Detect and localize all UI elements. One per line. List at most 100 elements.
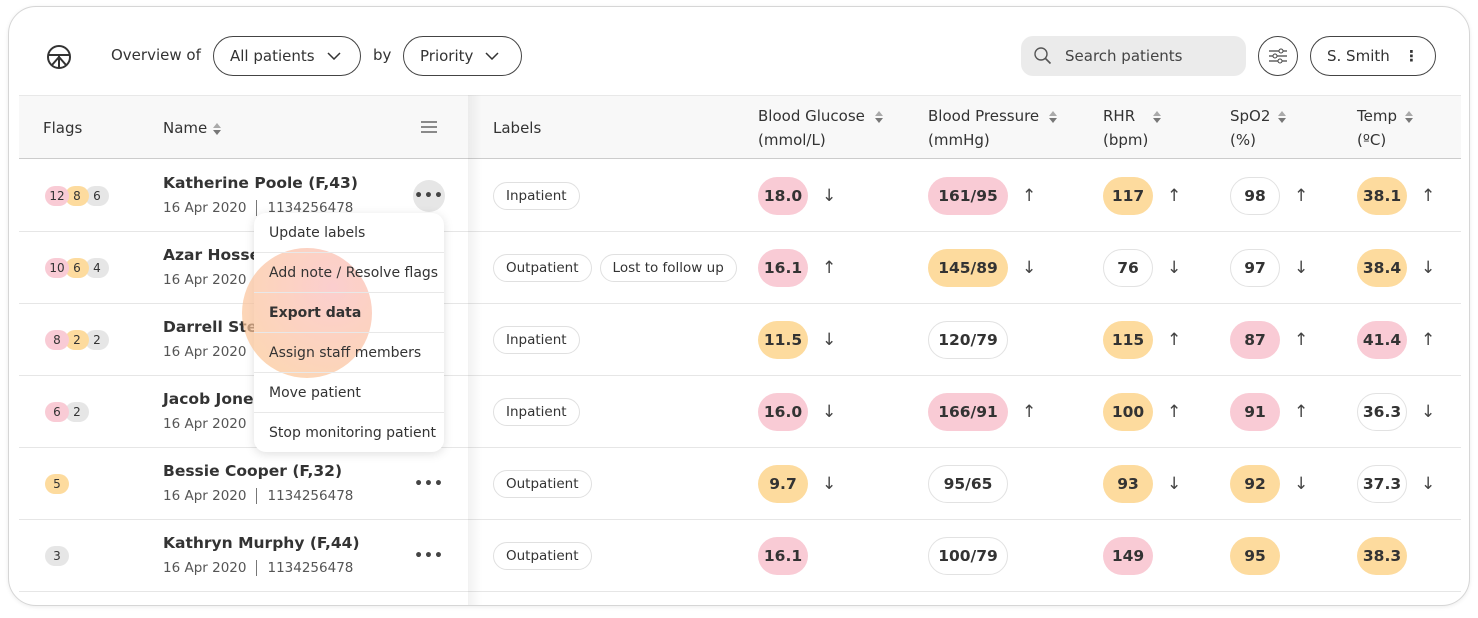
app-window: Overview of All patients by Priority Sea… [8,6,1470,606]
more-horizontal-icon[interactable]: ••• [413,540,445,572]
column-unit: (bpm) [1103,131,1149,149]
flag-counts: 10 6 4 [45,258,109,278]
arrow-down-icon: ↓ [1167,474,1182,494]
sort-icon[interactable] [1153,110,1162,124]
column-title: Blood Pressure [928,107,1040,125]
arrow-up-icon: ↑ [1421,186,1436,206]
patient-name[interactable]: Bessie Cooper (F,32) [163,462,342,480]
arrow-down-icon: ↓ [1294,258,1309,278]
patient-meta: 16 Apr 2020 1134256478 [163,488,353,504]
search-input[interactable]: Search patients [1021,36,1246,76]
vital-blood-pressure: 95/65 [928,465,1008,503]
arrow-down-icon: ↓ [1421,402,1436,422]
arrow-up-icon: ↑ [1167,402,1182,422]
filter-button[interactable] [1258,36,1298,76]
column-name-label: Name [163,119,208,137]
patient-name[interactable]: Kathryn Murphy (F,44) [163,534,360,552]
vital-blood-glucose: 9.7 ↓ [758,465,836,503]
vital-blood-pressure: 145/89 ↓ [928,249,1036,287]
by-label: by [373,46,392,64]
logo-icon [47,45,71,69]
column-spo2[interactable]: SpO2 (%) [1230,104,1287,152]
arrow-down-icon: ↓ [822,330,837,350]
arrow-down-icon: ↓ [1167,258,1182,278]
vital-blood-glucose: 18.0 ↓ [758,177,836,215]
vital-value: 38.1 [1357,177,1407,215]
flag-badge-pink: 12 [45,186,69,206]
vital-spo2: 97 ↓ [1230,249,1308,287]
vital-value: 100/79 [928,537,1008,575]
table-row[interactable]: 5 Bessie Cooper (F,32) 16 Apr 2020 11342564… [19,448,1461,520]
overview-label: Overview of [111,46,201,64]
vital-rhr: 117 ↑ [1103,177,1181,215]
menu-lines-icon[interactable] [421,121,437,133]
table-row[interactable]: 12 8 6 Katherine Poole (F,43) 16 Apr 2020 113… [19,160,1461,232]
table-row[interactable]: 1064Azar Hossei16 Apr 2020•••OutpatientL… [19,232,1461,304]
label-chip[interactable]: Outpatient [493,542,592,570]
sort-dropdown-value: Priority [420,47,474,65]
patient-name[interactable]: Katherine Poole (F,43) [163,174,358,192]
label-chip[interactable]: Inpatient [493,326,580,354]
menu-item-move-patient[interactable]: Move patient [254,373,444,413]
vital-blood-glucose: 16.1 ↑ [758,249,836,287]
vital-blood-glucose: 11.5 ↓ [758,321,836,359]
table-row[interactable]: 3 Kathryn Murphy (F,44) 16 Apr 2020 1134256… [19,520,1461,592]
column-title: RHR [1103,107,1136,125]
vital-value: 37.3 [1357,465,1407,503]
vital-value: 38.4 [1357,249,1407,287]
sort-icon[interactable] [1404,110,1413,124]
vital-value: 95 [1230,537,1280,575]
column-unit: (mmHg) [928,131,990,149]
sort-icon[interactable] [1049,110,1058,124]
frozen-column-shadow [468,95,482,605]
arrow-up-icon: ↑ [1294,330,1309,350]
menu-item-add-note-resolve-flags[interactable]: Add note / Resolve flags [254,253,444,293]
more-horizontal-icon[interactable]: ••• [413,468,445,500]
vital-value: 92 [1230,465,1280,503]
vital-blood-pressure: 100/79 [928,537,1008,575]
vital-spo2: 95 [1230,537,1280,575]
label-chip[interactable]: Inpatient [493,182,580,210]
label-chip[interactable]: Lost to follow up [599,254,737,282]
sliders-icon [1269,48,1287,64]
table-row[interactable]: 822Darrell Stew16 Apr 2020•••Inpatient11… [19,304,1461,376]
column-name[interactable]: Name [163,116,222,140]
vital-value: 145/89 [928,249,1008,287]
label-chip[interactable]: Outpatient [493,254,592,282]
column-blood-glucose[interactable]: Blood Glucose (mmol/L) [758,104,883,152]
sort-icon[interactable] [1278,110,1287,124]
vital-value: 93 [1103,465,1153,503]
column-rhr[interactable]: RHR (bpm) [1103,104,1162,152]
patient-labels: Inpatient [493,398,580,426]
sort-icon[interactable] [213,122,222,136]
vital-value: 115 [1103,321,1153,359]
patients-dropdown[interactable]: All patients [213,36,361,76]
column-blood-pressure[interactable]: Blood Pressure (mmHg) [928,104,1058,152]
arrow-down-icon: ↓ [1421,474,1436,494]
patient-name[interactable]: Jacob Jones [163,390,263,408]
menu-item-export-data[interactable]: Export data [254,293,444,333]
user-menu-button[interactable]: S. Smith ⋮ [1310,36,1436,76]
arrow-up-icon: ↑ [1294,186,1309,206]
column-labels: Labels [493,119,542,137]
arrow-up-icon: ↑ [822,258,837,278]
table-row[interactable]: 62Jacob Jones16 Apr 2020•••Inpatient16.0… [19,376,1461,448]
vital-value: 18.0 [758,177,808,215]
vital-spo2: 92 ↓ [1230,465,1308,503]
menu-item-assign-staff-members[interactable]: Assign staff members [254,333,444,373]
label-chip[interactable]: Inpatient [493,398,580,426]
label-chip[interactable]: Outpatient [493,470,592,498]
vital-temp: 38.4 ↓ [1357,249,1435,287]
menu-item-update-labels[interactable]: Update labels [254,213,444,253]
column-temp[interactable]: Temp (ºC) [1357,104,1413,152]
vital-value: 117 [1103,177,1153,215]
patient-name[interactable]: Azar Hossei [163,246,265,264]
vital-value: 38.3 [1357,537,1407,575]
arrow-up-icon: ↑ [1421,330,1436,350]
sort-dropdown[interactable]: Priority [403,36,522,76]
sort-icon[interactable] [874,110,883,124]
vital-blood-glucose: 16.0 ↓ [758,393,836,431]
vital-spo2: 98 ↑ [1230,177,1308,215]
menu-item-stop-monitoring-patient[interactable]: Stop monitoring patient [254,413,444,452]
more-horizontal-icon[interactable]: ••• [413,180,445,212]
